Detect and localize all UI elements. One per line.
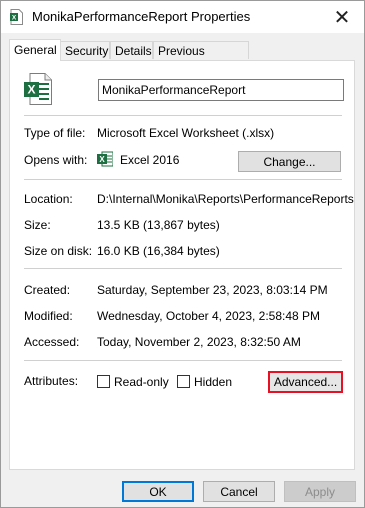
divider — [24, 115, 342, 116]
ok-button[interactable]: OK — [122, 481, 194, 502]
tab-security[interactable]: Security — [60, 41, 110, 59]
attributes-label: Attributes: — [24, 374, 79, 388]
location-label: Location: — [24, 192, 73, 206]
opens-with-label: Opens with: — [24, 153, 88, 167]
type-of-file-value: Microsoft Excel Worksheet (.xlsx) — [97, 126, 275, 140]
hidden-label: Hidden — [194, 375, 233, 389]
opens-with-value: Excel 2016 — [120, 153, 180, 167]
divider — [24, 268, 342, 269]
file-name-input[interactable] — [98, 79, 344, 101]
change-button[interactable]: Change... — [238, 151, 341, 172]
title-bar: X MonikaPerformanceReport Properties ✕ — [1, 1, 364, 33]
excel-app-icon: X — [97, 151, 113, 167]
size-label: Size: — [24, 218, 51, 232]
location-value: D:\Internal\Monika\Reports\PerformanceRe… — [97, 192, 354, 206]
properties-dialog: X MonikaPerformanceReport Properties ✕ S… — [0, 0, 365, 508]
size-value: 13.5 KB (13,867 bytes) — [97, 218, 220, 232]
accessed-label: Accessed: — [24, 335, 80, 349]
tab-details[interactable]: Details — [110, 41, 153, 59]
readonly-checkbox[interactable] — [97, 375, 110, 388]
size-on-disk-value: 16.0 KB (16,384 bytes) — [97, 244, 220, 258]
readonly-label: Read-only — [114, 375, 169, 389]
svg-text:X: X — [27, 83, 35, 97]
general-panel: X Type of file: Microsoft Excel Workshee… — [9, 60, 355, 470]
close-button[interactable]: ✕ — [320, 1, 364, 33]
tab-previous-versions[interactable]: Previous Versions — [153, 41, 249, 76]
type-of-file-label: Type of file: — [24, 126, 86, 140]
divider — [24, 360, 342, 361]
divider — [24, 179, 342, 180]
modified-value: Wednesday, October 4, 2023, 2:58:48 PM — [97, 309, 321, 323]
size-on-disk-label: Size on disk: — [24, 244, 93, 258]
cancel-button[interactable]: Cancel — [203, 481, 275, 502]
accessed-value: Today, November 2, 2023, 8:32:50 AM — [97, 335, 301, 349]
close-icon: ✕ — [333, 6, 351, 29]
window-title: MonikaPerformanceReport Properties — [32, 9, 251, 24]
created-label: Created: — [24, 283, 71, 297]
svg-text:X: X — [99, 155, 105, 164]
excel-file-icon: X — [24, 73, 52, 105]
hidden-checkbox[interactable] — [177, 375, 190, 388]
tab-general[interactable]: General — [9, 39, 61, 61]
modified-label: Modified: — [24, 309, 73, 323]
svg-text:X: X — [12, 15, 17, 22]
created-value: Saturday, September 23, 2023, 8:03:14 PM — [97, 283, 328, 297]
apply-button[interactable]: Apply — [284, 481, 356, 502]
advanced-button[interactable]: Advanced... — [268, 371, 343, 393]
excel-file-icon: X — [10, 9, 23, 25]
